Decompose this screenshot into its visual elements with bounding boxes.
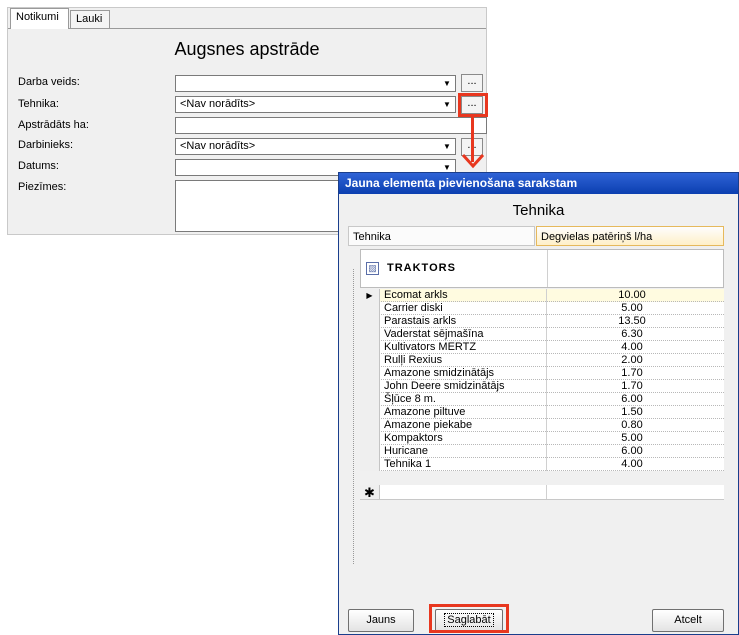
row-selector[interactable] xyxy=(360,432,380,445)
table-row[interactable]: Tehnika 1 4.00 xyxy=(360,458,724,471)
cell-tehnika[interactable]: Carrier diski xyxy=(384,302,443,315)
cell-degviela[interactable]: 6.00 xyxy=(546,445,717,458)
chevron-down-icon[interactable]: ▼ xyxy=(440,77,454,90)
tehnika-grid: Tehnika Degvielas patēriņš l/ha ▨ TRAKTO… xyxy=(348,226,724,581)
group-collapse-icon[interactable]: ▨ xyxy=(366,262,379,275)
cancel-button[interactable]: Atcelt xyxy=(652,609,724,632)
cell-degviela[interactable]: 1.70 xyxy=(546,367,717,380)
table-row[interactable]: Amazone piekabe 0.80 xyxy=(360,419,724,432)
row-selector[interactable] xyxy=(360,315,380,328)
dialog-heading: Tehnika xyxy=(512,202,565,219)
table-row[interactable]: Šļūce 8 m. 6.00 xyxy=(360,393,724,406)
table-row[interactable]: Kultivators MERTZ 4.00 xyxy=(360,341,724,354)
tree-line xyxy=(353,269,355,564)
table-row[interactable]: Vaderstat sējmašīna 6.30 xyxy=(360,328,724,341)
tehnika-select[interactable]: <Nav norādīts> ▼ xyxy=(175,96,456,113)
table-row[interactable]: John Deere smidzinātājs 1.70 xyxy=(360,380,724,393)
darbinieks-value: <Nav norādīts> xyxy=(180,140,256,152)
cell-tehnika[interactable]: Kultivators MERTZ xyxy=(384,341,476,354)
page-title: Augsnes apstrāde xyxy=(174,39,320,59)
cell-tehnika[interactable]: Vaderstat sējmašīna xyxy=(384,328,483,341)
cell-degviela[interactable]: 5.00 xyxy=(546,302,717,315)
column-header-degviela[interactable]: Degvielas patēriņš l/ha xyxy=(536,226,724,246)
cell-tehnika[interactable]: Kompaktors xyxy=(384,432,443,445)
group-label: TRAKTORS xyxy=(387,262,456,274)
cell-degviela[interactable]: 6.00 xyxy=(546,393,717,406)
new-row[interactable]: ✱ xyxy=(360,485,724,500)
cell-tehnika[interactable]: Amazone piekabe xyxy=(384,419,472,432)
tab-notikumi[interactable]: Notikumi xyxy=(10,8,69,29)
apstradats-label: Apstrādāts ha: xyxy=(18,119,89,131)
piezimes-label: Piezīmes: xyxy=(18,181,67,193)
row-selector[interactable] xyxy=(360,419,380,432)
column-header-tehnika[interactable]: Tehnika xyxy=(348,226,535,246)
darba-veids-label: Darba veids: xyxy=(18,76,80,88)
cell-tehnika[interactable]: Parastais arkls xyxy=(384,315,456,328)
tab-lauki[interactable]: Lauki xyxy=(70,10,110,28)
cell-tehnika[interactable]: Šļūce 8 m. xyxy=(384,393,436,406)
table-row[interactable]: Amazone piltuve 1.50 xyxy=(360,406,724,419)
darbinieks-label: Darbinieks: xyxy=(18,139,74,151)
current-row-arrow-icon[interactable]: ▶ xyxy=(360,289,380,302)
group-row-traktors[interactable]: ▨ TRAKTORS xyxy=(360,249,724,288)
chevron-down-icon[interactable]: ▼ xyxy=(440,98,454,111)
tehnika-button-highlight xyxy=(458,93,488,117)
cell-degviela[interactable]: 1.50 xyxy=(546,406,717,419)
cell-degviela[interactable]: 1.70 xyxy=(546,380,717,393)
chevron-down-icon[interactable]: ▼ xyxy=(440,140,454,153)
datums-label: Datums: xyxy=(18,160,59,172)
tehnika-value: <Nav norādīts> xyxy=(180,98,256,110)
row-selector[interactable] xyxy=(360,458,380,471)
row-selector[interactable] xyxy=(360,354,380,367)
new-button[interactable]: Jauns xyxy=(348,609,414,632)
row-selector[interactable] xyxy=(360,341,380,354)
table-row[interactable]: Rulļi Rexius 2.00 xyxy=(360,354,724,367)
cell-tehnika[interactable]: John Deere smidzinātājs xyxy=(384,380,504,393)
row-selector[interactable] xyxy=(360,302,380,315)
table-row[interactable]: Parastais arkls 13.50 xyxy=(360,315,724,328)
arrow-down-icon xyxy=(461,153,485,169)
row-selector[interactable] xyxy=(360,406,380,419)
row-selector[interactable] xyxy=(360,445,380,458)
tehnika-label: Tehnika: xyxy=(18,98,59,110)
cell-tehnika[interactable]: Amazone smidzinātājs xyxy=(384,367,494,380)
cell-tehnika[interactable]: Amazone piltuve xyxy=(384,406,465,419)
darba-veids-browse-button[interactable]: ... xyxy=(461,74,483,92)
row-selector[interactable] xyxy=(360,367,380,380)
row-selector[interactable] xyxy=(360,393,380,406)
table-row[interactable]: Amazone smidzinātājs 1.70 xyxy=(360,367,724,380)
cell-tehnika[interactable]: Ecomat arkls xyxy=(384,289,448,302)
add-element-dialog: Jauna elementa pievienošana sarakstam Te… xyxy=(338,172,739,635)
cell-degviela[interactable]: 10.00 xyxy=(546,289,717,302)
table-row[interactable]: Kompaktors 5.00 xyxy=(360,432,724,445)
save-button-highlight xyxy=(429,604,509,633)
tab-divider xyxy=(8,28,486,29)
cell-degviela[interactable]: 4.00 xyxy=(546,341,717,354)
cell-tehnika[interactable]: Tehnika 1 xyxy=(384,458,431,471)
row-selector[interactable] xyxy=(360,380,380,393)
row-selector[interactable] xyxy=(360,328,380,341)
cell-tehnika[interactable]: Rulļi Rexius xyxy=(384,354,442,367)
cell-degviela[interactable]: 2.00 xyxy=(546,354,717,367)
new-row-asterisk-icon: ✱ xyxy=(360,485,380,500)
dialog-title-bar[interactable]: Jauna elementa pievienošana sarakstam xyxy=(339,173,738,194)
column-divider xyxy=(547,250,548,287)
cell-degviela[interactable]: 13.50 xyxy=(546,315,717,328)
darbinieks-select[interactable]: <Nav norādīts> ▼ xyxy=(175,138,456,155)
column-divider xyxy=(546,485,717,499)
table-row[interactable]: Carrier diski 5.00 xyxy=(360,302,724,315)
cell-degviela[interactable]: 5.00 xyxy=(546,432,717,445)
table-row[interactable]: Huricane 6.00 xyxy=(360,445,724,458)
cell-degviela[interactable]: 0.80 xyxy=(546,419,717,432)
cell-tehnika[interactable]: Huricane xyxy=(384,445,428,458)
cell-degviela[interactable]: 4.00 xyxy=(546,458,717,471)
cell-degviela[interactable]: 6.30 xyxy=(546,328,717,341)
table-row[interactable]: ▶ Ecomat arkls 10.00 xyxy=(360,289,724,302)
darba-veids-select[interactable]: ▼ xyxy=(175,75,456,92)
apstradats-input[interactable] xyxy=(175,117,487,134)
